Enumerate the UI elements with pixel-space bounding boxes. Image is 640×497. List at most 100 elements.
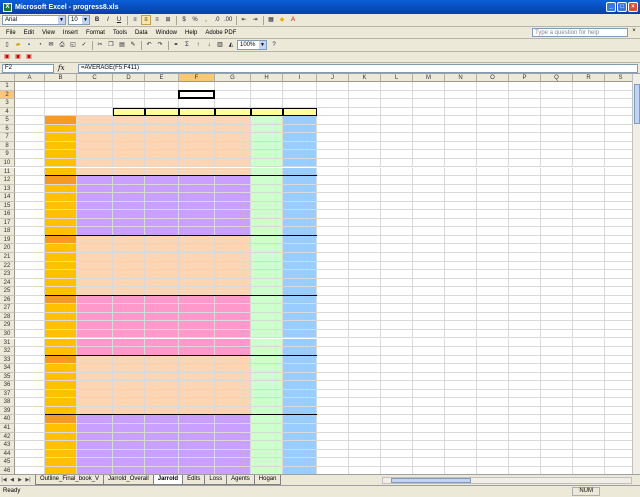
grid-cell[interactable] — [509, 295, 541, 305]
table-cell-totalactual[interactable] — [215, 304, 251, 313]
table-cell-totalactual[interactable] — [215, 244, 251, 253]
table-cell-daily-diff[interactable] — [251, 466, 283, 474]
table-cell-index[interactable] — [45, 304, 77, 313]
table-cell-totalactual[interactable] — [215, 158, 251, 168]
grid-cell[interactable] — [509, 381, 541, 390]
grid-cell[interactable] — [15, 244, 45, 253]
grid-cell[interactable] — [349, 270, 381, 279]
grid-cell[interactable] — [445, 158, 477, 168]
grid-cell[interactable] — [445, 406, 477, 416]
table-cell-total-diff[interactable] — [283, 141, 317, 151]
grid-cell[interactable] — [413, 406, 445, 416]
grid-cell[interactable] — [45, 99, 77, 108]
table-cell-totalgoal[interactable] — [145, 398, 179, 407]
grid-cell[interactable] — [541, 176, 573, 185]
table-cell-daily-diff[interactable] — [251, 304, 283, 313]
menu-file[interactable]: File — [2, 27, 20, 39]
grid-cell[interactable] — [573, 158, 605, 168]
grid-cell[interactable] — [509, 449, 541, 459]
grid-cell[interactable] — [317, 287, 349, 296]
table-cell-daygoal[interactable] — [113, 193, 145, 202]
column-header-f[interactable]: F — [179, 74, 215, 82]
grid-cell[interactable] — [573, 116, 605, 125]
table-cell-date[interactable] — [77, 338, 113, 348]
table-cell-date[interactable] — [77, 466, 113, 474]
table-cell-total-diff[interactable] — [283, 381, 317, 390]
row-header-9[interactable]: 9 — [0, 150, 15, 159]
grid-cell[interactable] — [445, 201, 477, 211]
grid-cell[interactable] — [317, 141, 349, 151]
table-cell-daily-diff[interactable] — [251, 381, 283, 390]
grid-cell[interactable] — [541, 372, 573, 382]
column-header-r[interactable]: R — [573, 74, 605, 82]
table-cell-daygoal[interactable] — [113, 218, 145, 228]
grid-cell[interactable] — [509, 184, 541, 194]
grid-cell[interactable] — [573, 295, 605, 305]
grid-cell[interactable] — [541, 150, 573, 159]
table-cell-totalgoal[interactable] — [145, 193, 179, 202]
table-cell-daily-diff[interactable] — [251, 321, 283, 330]
grid-cell[interactable] — [381, 321, 413, 330]
table-cell-daily-diff[interactable] — [251, 364, 283, 373]
table-cell-totalactual[interactable] — [215, 235, 251, 245]
grid-cell[interactable] — [573, 253, 605, 262]
grid-cell[interactable] — [381, 278, 413, 288]
grid-cell[interactable] — [541, 158, 573, 168]
table-cell-date[interactable] — [77, 321, 113, 330]
table-cell-total-diff[interactable] — [283, 329, 317, 339]
grid-cell[interactable] — [573, 82, 605, 91]
table-cell-index[interactable] — [45, 389, 77, 399]
grid-cell[interactable] — [509, 193, 541, 202]
grid-cell[interactable] — [349, 90, 381, 100]
row-header-29[interactable]: 29 — [0, 321, 15, 330]
grid-cell[interactable] — [15, 398, 45, 407]
grid-cell[interactable] — [445, 253, 477, 262]
formula-input[interactable]: =AVERAGE(F5:F411) — [78, 64, 638, 73]
table-cell-totalactual[interactable] — [215, 176, 251, 185]
grid-cell[interactable] — [283, 90, 317, 100]
grid-cell[interactable] — [445, 116, 477, 125]
table-cell-totalactual[interactable] — [215, 441, 251, 450]
grid-cell[interactable] — [413, 158, 445, 168]
table-cell-daily-diff[interactable] — [251, 261, 283, 271]
table-cell-dayactual[interactable] — [179, 116, 215, 125]
grid-cell[interactable] — [45, 107, 77, 117]
grid-cell[interactable] — [45, 82, 77, 91]
grid-cell[interactable] — [509, 389, 541, 399]
table-cell-daily-diff[interactable] — [251, 158, 283, 168]
grid-cell[interactable] — [381, 270, 413, 279]
grid-cell[interactable] — [541, 424, 573, 433]
table-cell-total-diff[interactable] — [283, 424, 317, 433]
table-cell-totalgoal[interactable] — [145, 389, 179, 399]
table-cell-totalgoal[interactable] — [145, 329, 179, 339]
grid-cell[interactable] — [477, 235, 509, 245]
grid-cell[interactable] — [349, 184, 381, 194]
grid-cell[interactable] — [349, 158, 381, 168]
table-cell-totalactual[interactable] — [215, 321, 251, 330]
row-header-38[interactable]: 38 — [0, 398, 15, 407]
grid-cell[interactable] — [573, 99, 605, 108]
table-cell-totalgoal[interactable] — [145, 355, 179, 365]
grid-cell[interactable] — [477, 261, 509, 271]
grid-cell[interactable] — [317, 150, 349, 159]
table-cell-daygoal[interactable] — [113, 321, 145, 330]
table-cell-dayactual[interactable] — [179, 329, 215, 339]
table-cell-dayactual[interactable] — [179, 176, 215, 185]
row-header-1[interactable]: 1 — [0, 82, 15, 91]
table-cell-index[interactable] — [45, 218, 77, 228]
table-cell-total-diff[interactable] — [283, 449, 317, 459]
grid-cell[interactable] — [15, 278, 45, 288]
print-icon[interactable]: ⎙ — [57, 40, 67, 50]
grid-cell[interactable] — [541, 415, 573, 424]
grid-cell[interactable] — [413, 90, 445, 100]
next-sheet-icon[interactable]: ▶ — [16, 476, 24, 484]
grid-cell[interactable] — [413, 99, 445, 108]
name-box[interactable]: F2 — [2, 64, 54, 73]
grid-cell[interactable] — [317, 261, 349, 271]
column-header-p[interactable]: P — [509, 74, 541, 82]
font-name-combo[interactable]: Arial ▼ — [2, 15, 66, 25]
grid-cell[interactable] — [509, 372, 541, 382]
grid-cell[interactable] — [541, 201, 573, 211]
table-cell-totalactual[interactable] — [215, 295, 251, 305]
grid-cell[interactable] — [541, 133, 573, 142]
